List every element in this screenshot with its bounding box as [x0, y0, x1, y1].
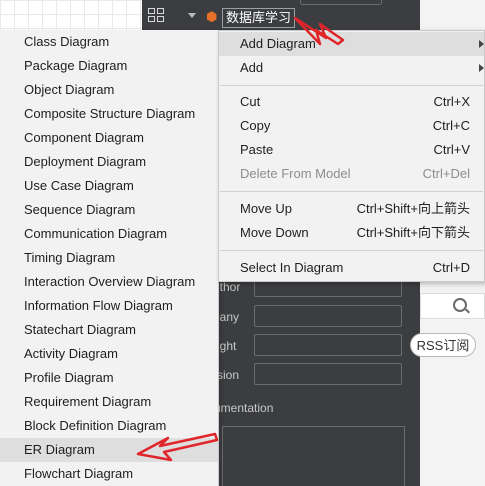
- delete-shortcut: Ctrl+Del: [422, 166, 470, 181]
- menu-item-sequence-diagram[interactable]: Sequence Diagram: [0, 198, 218, 222]
- menu-item-class-diagram[interactable]: Class Diagram: [0, 30, 218, 54]
- copy-label: Copy: [240, 118, 271, 133]
- move-down-shortcut: Ctrl+Shift+向下箭头: [356, 225, 470, 240]
- move-down-label: Move Down: [240, 225, 309, 240]
- documentation-label: umentation: [214, 401, 274, 415]
- version-field[interactable]: [254, 363, 402, 385]
- menu-item-requirement-diagram[interactable]: Requirement Diagram: [0, 390, 218, 414]
- menu-separator: [220, 85, 483, 86]
- move-up-label: Move Up: [240, 201, 293, 216]
- move-up-shortcut: Ctrl+Shift+向上箭头: [356, 201, 470, 216]
- tree-item-model[interactable]: 数据库学习: [222, 8, 296, 28]
- delete-label: Delete From Model: [240, 166, 351, 181]
- menu-item-move-up[interactable]: Move Up Ctrl+Shift+向上箭头: [219, 197, 484, 221]
- rss-subscribe-button[interactable]: RSS订阅: [410, 333, 476, 357]
- menu-item-move-down[interactable]: Move Down Ctrl+Shift+向下箭头: [219, 221, 484, 245]
- expand-triangle-icon[interactable]: [188, 13, 196, 18]
- menu-item-information-flow-diagram[interactable]: Information Flow Diagram: [0, 294, 218, 318]
- menu-item-activity-diagram[interactable]: Activity Diagram: [0, 342, 218, 366]
- submenu-arrow-icon: [479, 64, 484, 72]
- menu-item-statechart-diagram[interactable]: Statechart Diagram: [0, 318, 218, 342]
- menu-item-copy[interactable]: Copy Ctrl+C: [219, 114, 484, 138]
- panel-toolbar-button[interactable]: [300, 0, 382, 5]
- add-diagram-label: Add Diagram: [240, 36, 316, 51]
- menu-item-communication-diagram[interactable]: Communication Diagram: [0, 222, 218, 246]
- copyright-field[interactable]: [254, 334, 402, 356]
- menu-item-component-diagram[interactable]: Component Diagram: [0, 126, 218, 150]
- menu-item-timing-diagram[interactable]: Timing Diagram: [0, 246, 218, 270]
- menu-separator: [220, 191, 483, 192]
- select-in-diagram-label: Select In Diagram: [240, 260, 344, 275]
- menu-item-flowchart-diagram[interactable]: Flowchart Diagram: [0, 462, 218, 486]
- cut-shortcut: Ctrl+X: [433, 94, 470, 109]
- menu-item-cut[interactable]: Cut Ctrl+X: [219, 90, 484, 114]
- copy-shortcut: Ctrl+C: [432, 118, 470, 133]
- grid-view-icon[interactable]: [148, 8, 166, 24]
- cube-icon: ⬢: [206, 9, 218, 24]
- select-in-diagram-shortcut: Ctrl+D: [432, 260, 470, 275]
- paste-shortcut: Ctrl+V: [433, 142, 470, 157]
- menu-item-object-diagram[interactable]: Object Diagram: [0, 78, 218, 102]
- menu-item-block-definition-diagram[interactable]: Block Definition Diagram: [0, 414, 218, 438]
- menu-item-add-diagram[interactable]: Add Diagram: [219, 32, 484, 56]
- add-label: Add: [240, 60, 264, 75]
- menu-item-deployment-diagram[interactable]: Deployment Diagram: [0, 150, 218, 174]
- menu-item-add[interactable]: Add: [219, 56, 484, 80]
- submenu-arrow-icon: [479, 40, 484, 48]
- diagram-type-submenu: Class Diagram Package Diagram Object Dia…: [0, 30, 219, 486]
- context-menu: Add Diagram Add Cut Ctrl+X Copy Ctrl+C P…: [218, 30, 485, 282]
- documentation-textarea[interactable]: [222, 426, 405, 486]
- menu-item-paste[interactable]: Paste Ctrl+V: [219, 138, 484, 162]
- paste-label: Paste: [240, 142, 274, 157]
- cut-label: Cut: [240, 94, 261, 109]
- menu-item-interaction-overview-diagram[interactable]: Interaction Overview Diagram: [0, 270, 218, 294]
- menu-separator: [220, 250, 483, 251]
- menu-item-delete-from-model: Delete From Model Ctrl+Del: [219, 162, 484, 186]
- menu-item-profile-diagram[interactable]: Profile Diagram: [0, 366, 218, 390]
- menu-item-select-in-diagram[interactable]: Select In Diagram Ctrl+D: [219, 256, 484, 280]
- company-field[interactable]: [254, 305, 402, 327]
- menu-item-er-diagram[interactable]: ER Diagram: [0, 438, 218, 462]
- menu-item-use-case-diagram[interactable]: Use Case Diagram: [0, 174, 218, 198]
- search-icon[interactable]: [453, 298, 467, 312]
- menu-item-composite-structure-diagram[interactable]: Composite Structure Diagram: [0, 102, 218, 126]
- menu-item-package-diagram[interactable]: Package Diagram: [0, 54, 218, 78]
